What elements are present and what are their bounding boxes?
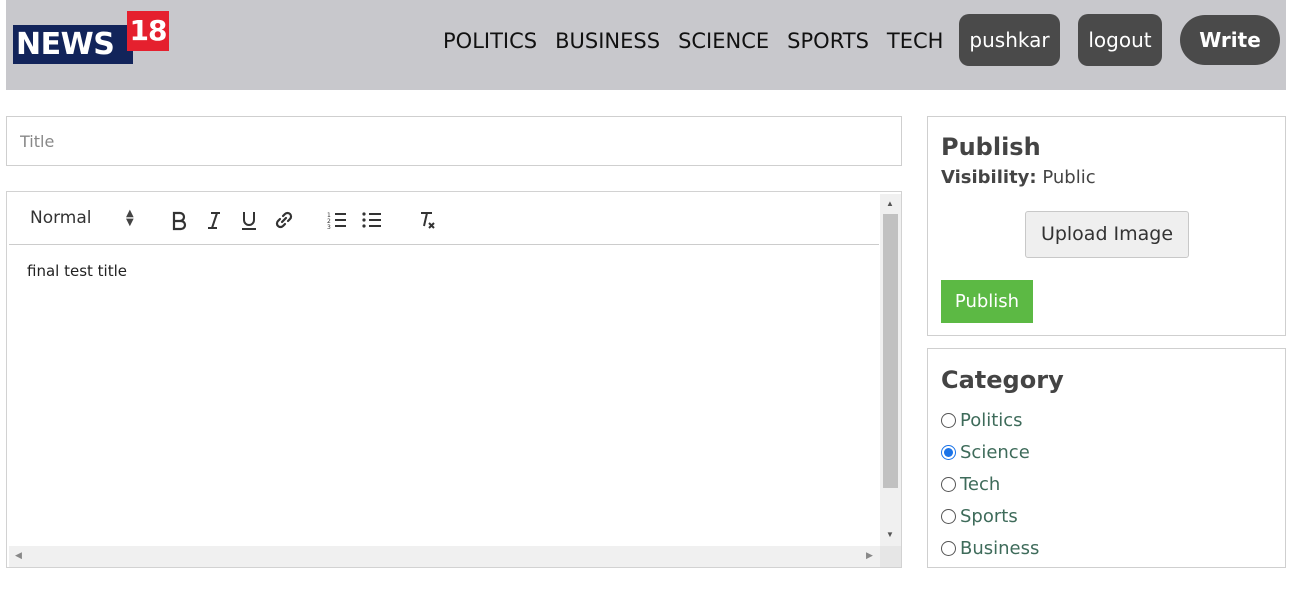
bullet-list-icon[interactable] [359,207,385,233]
radio-button-checked[interactable] [941,444,956,460]
svg-text:3: 3 [327,224,331,231]
category-option-sports[interactable]: Sports [941,500,1039,532]
visibility-info: Visibility: Public [941,167,1096,188]
scroll-down-icon[interactable]: ▼ [886,530,894,539]
nav-link-science[interactable]: SCIENCE [678,29,769,53]
category-radio-list: Politics Science Tech Sports Business [941,404,1039,564]
user-button[interactable]: pushkar [959,14,1060,66]
upload-image-button[interactable]: Upload Image [1025,211,1189,258]
category-option-science[interactable]: Science [941,436,1039,468]
nav-link-politics[interactable]: POLITICS [443,29,537,53]
logout-button[interactable]: logout [1078,14,1162,66]
top-navbar: NEWS 18 POLITICS BUSINESS SCIENCE SPORTS… [6,0,1286,90]
underline-icon[interactable] [236,207,262,233]
radio-button[interactable] [941,508,956,524]
editor-toolbar: Normal ▲ ▼ 123 [9,194,879,245]
vertical-scroll-thumb[interactable] [883,214,898,488]
nav-link-sports[interactable]: SPORTS [787,29,869,53]
ordered-list-icon[interactable]: 123 [324,207,350,233]
radio-button[interactable] [941,476,956,492]
category-label: Business [960,537,1040,559]
radio-button[interactable] [941,412,956,428]
publish-panel: Publish Visibility: Public Upload Image … [927,116,1286,336]
scroll-right-icon[interactable]: ▶ [866,550,873,561]
category-label: Sports [960,505,1018,527]
visibility-label: Visibility: [941,167,1037,188]
category-option-politics[interactable]: Politics [941,404,1039,436]
horizontal-scrollbar[interactable]: ◀ ▶ [9,546,880,567]
bold-icon[interactable] [166,207,192,233]
category-label: Tech [960,473,1001,495]
scroll-left-icon[interactable]: ◀ [15,550,22,561]
rich-text-editor: Normal ▲ ▼ 123 final test title ▲ ▼ ◀ ▶ [6,191,902,568]
nav-links: POLITICS BUSINESS SCIENCE SPORTS TECH [443,24,961,58]
format-select[interactable]: Normal ▲ ▼ [30,208,140,232]
category-panel: Category Politics Science Tech Sports Bu… [927,348,1286,568]
italic-icon[interactable] [201,207,227,233]
updown-arrows-icon: ▲ ▼ [126,208,134,228]
publish-button[interactable]: Publish [941,280,1033,323]
logo-news-text: NEWS [13,25,133,64]
category-label: Science [960,441,1030,463]
news18-logo[interactable]: NEWS 18 [13,11,169,65]
publish-heading: Publish [941,133,1041,161]
editor-content[interactable]: final test title [27,262,127,280]
nav-link-business[interactable]: BUSINESS [555,29,660,53]
logo-number: 18 [127,11,169,51]
radio-button[interactable] [941,540,956,556]
clear-format-icon[interactable] [414,207,440,233]
visibility-value: Public [1042,167,1096,188]
nav-link-tech[interactable]: TECH [887,29,944,53]
scrollbar-corner [880,546,901,567]
scroll-up-icon[interactable]: ▲ [886,199,894,208]
title-input[interactable] [6,116,902,166]
category-option-tech[interactable]: Tech [941,468,1039,500]
link-icon[interactable] [271,207,297,233]
category-label: Politics [960,409,1023,431]
vertical-scrollbar[interactable]: ▲ ▼ [880,194,901,546]
format-select-value: Normal [30,208,92,228]
category-heading: Category [941,366,1064,394]
write-button[interactable]: Write [1180,15,1280,65]
category-option-business[interactable]: Business [941,532,1039,564]
